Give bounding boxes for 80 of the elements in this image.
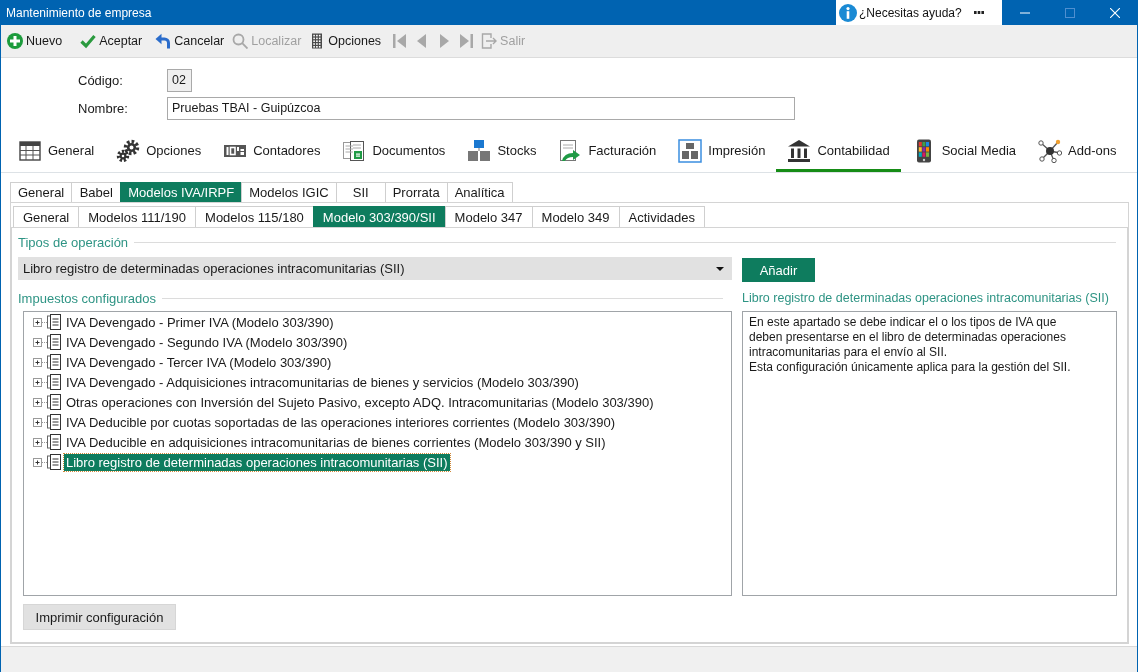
model-tab[interactable]: Modelo 347 xyxy=(444,206,533,227)
expand-icon[interactable] xyxy=(33,357,47,367)
main-tab[interactable]: Impresión xyxy=(667,132,777,172)
expand-icon[interactable] xyxy=(33,317,47,327)
maximize-icon xyxy=(1064,7,1075,18)
expand-icon[interactable] xyxy=(33,337,47,347)
main-tab[interactable]: Contabilidad xyxy=(776,132,901,172)
gears-icon xyxy=(116,138,141,163)
section-tab[interactable]: Modelos IGIC xyxy=(241,182,337,202)
document-icon xyxy=(47,314,61,330)
accept-button[interactable]: Aceptar xyxy=(77,29,146,53)
more-icon[interactable] xyxy=(974,11,984,14)
add-button[interactable]: Añadir xyxy=(742,258,815,282)
plus-circle-icon xyxy=(7,33,23,49)
info-icon xyxy=(839,3,857,22)
model-tab[interactable]: Actividades xyxy=(618,206,705,227)
skip-start-icon xyxy=(392,33,409,49)
tree-item[interactable]: IVA Devengado - Adquisiciones intracomunitarias de bienes y servicios (Modelo 303/390) xyxy=(64,373,581,391)
section-title: Impuestos configurados xyxy=(18,290,157,306)
expand-icon[interactable] xyxy=(33,377,47,387)
table-icon xyxy=(18,138,42,163)
name-field[interactable]: Pruebas TBAI - Guipúzcoa xyxy=(167,96,795,120)
expand-icon[interactable] xyxy=(33,437,47,447)
description-text: En este apartado se debe indicar el o los tipos de IVA que deben presentarse en el libro de determinadas operaciones intracomunitarias para el envío al SII. xyxy=(749,315,1067,360)
expand-icon[interactable] xyxy=(33,397,47,407)
section-tab[interactable]: Modelos IVA/IRPF xyxy=(120,182,243,202)
caret-icon xyxy=(716,266,724,271)
main-tab[interactable]: Opciones xyxy=(105,132,213,172)
window-title: Mantenimiento de empresa xyxy=(5,5,153,20)
main-tab[interactable]: General xyxy=(7,132,106,172)
check-icon xyxy=(80,33,97,49)
layout-icon xyxy=(678,138,703,163)
document-icon xyxy=(47,454,61,470)
main-tab[interactable]: Documentos xyxy=(331,132,457,172)
help-text: ¿Necesitas ayuda? xyxy=(859,5,962,20)
exit-icon xyxy=(481,33,498,49)
bank-icon xyxy=(787,138,812,163)
expand-icon[interactable] xyxy=(33,417,47,427)
expand-icon[interactable] xyxy=(33,457,47,467)
search-icon xyxy=(232,33,249,49)
options-button[interactable]: Opciones xyxy=(306,29,385,53)
documents-icon xyxy=(342,138,367,163)
description-text: Esta configuración únicamente aplica para la gestión del SII. xyxy=(749,360,1072,375)
cancel-button[interactable]: Cancelar xyxy=(152,29,228,53)
document-icon xyxy=(47,434,61,450)
main-tab[interactable]: Social Media xyxy=(900,132,1028,172)
tree-item[interactable]: Libro registro de determinadas operaciones intracomunitarias (SII) xyxy=(64,453,450,471)
boxes-icon xyxy=(467,138,492,163)
print-button[interactable]: Imprimir configuración xyxy=(23,604,176,630)
model-tab[interactable]: General xyxy=(13,206,80,227)
description-title: Libro registro de determinadas operaciones intracomunitarias (SII) xyxy=(742,290,1110,306)
code-field[interactable]: 02 xyxy=(167,68,192,92)
tree-item[interactable]: IVA Devengado - Tercer IVA (Modelo 303/390) xyxy=(64,353,334,371)
main-tab[interactable]: Stocks xyxy=(456,132,548,172)
new-button[interactable]: Nuevo xyxy=(4,29,66,53)
section-tab[interactable]: Analítica xyxy=(446,182,513,202)
help-box[interactable]: ¿Necesitas ayuda? xyxy=(836,0,1002,25)
network-icon xyxy=(1038,138,1063,163)
model-tab[interactable]: Modelo 303/390/SII xyxy=(312,206,446,227)
field-label: Código: xyxy=(78,72,124,88)
tree-item[interactable]: Otras operaciones con Inversión del Sujeto Pasivo, excepto ADQ. Intracomunitarias (Modelo 303/390) xyxy=(64,393,656,411)
tree-item[interactable]: IVA Devengado - Segundo IVA (Modelo 303/390) xyxy=(64,333,350,351)
section-tab[interactable]: General xyxy=(10,182,73,202)
close-icon xyxy=(1109,7,1120,18)
document-icon xyxy=(47,334,61,350)
operation-type-dropdown[interactable]: Libro registro de determinadas operaciones intracomunitarias (SII) xyxy=(18,257,732,280)
undo-icon xyxy=(155,33,172,49)
field-label: Nombre: xyxy=(78,100,129,116)
main-tab[interactable]: Add-ons xyxy=(1027,132,1128,172)
tree-item[interactable]: IVA Deducible en adquisiciones intracomunitarias de bienes corrientes (Modelo 303/390 y SII) xyxy=(64,433,608,451)
skip-end-icon xyxy=(458,33,475,49)
tree-item[interactable]: IVA Deducible por cuotas soportadas de las operaciones interiores corrientes (Modelo 303/390) xyxy=(64,413,617,431)
document-icon xyxy=(47,414,61,430)
section-title: Tipos de operación xyxy=(18,234,129,250)
document-icon xyxy=(47,354,61,370)
main-tab[interactable]: Contadores xyxy=(212,132,332,172)
tree-item[interactable]: IVA Devengado - Primer IVA (Modelo 303/390) xyxy=(64,313,336,331)
document-icon xyxy=(47,394,61,410)
document-icon xyxy=(47,374,61,390)
main-tab[interactable]: Facturación xyxy=(547,132,668,172)
